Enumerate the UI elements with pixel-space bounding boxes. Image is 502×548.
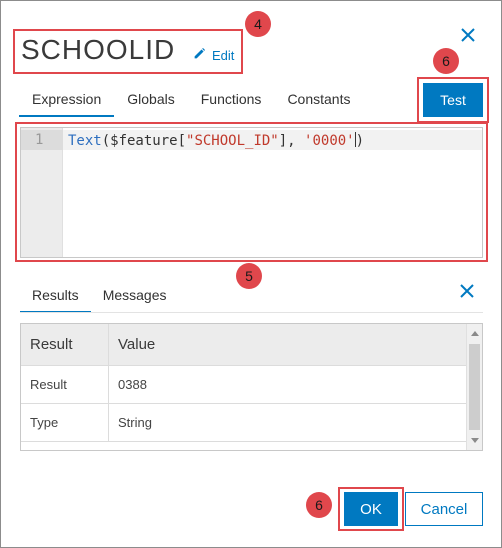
row-value: 0388: [118, 377, 147, 392]
callout-badge-test: 6: [433, 48, 459, 74]
row-value: String: [118, 415, 152, 430]
row-label: Type: [21, 404, 109, 441]
tab-results[interactable]: Results: [20, 281, 91, 313]
ok-callout-box: [338, 487, 404, 531]
column-header-result: Result: [21, 324, 109, 365]
cancel-button[interactable]: Cancel: [405, 492, 483, 526]
tab-messages[interactable]: Messages: [91, 281, 179, 313]
table-row: Type String: [21, 404, 466, 442]
expression-tabs: Expression Globals Functions Constants: [19, 85, 363, 117]
callout-badge-editor: 5: [236, 263, 262, 289]
tab-functions[interactable]: Functions: [188, 85, 275, 117]
close-icon: [461, 28, 475, 42]
tab-constants[interactable]: Constants: [274, 85, 363, 117]
results-table: Result Value Result 0388 Type String: [20, 323, 483, 451]
arcade-expression-dialog: SCHOOLID Edit 4 Expression Globals Funct…: [0, 0, 502, 548]
test-callout-box: [417, 77, 489, 123]
editor-callout-box: [15, 122, 488, 262]
tab-expression[interactable]: Expression: [19, 85, 115, 117]
row-label: Result: [21, 366, 109, 403]
scrollbar-thumb[interactable]: [469, 344, 480, 430]
callout-badge-ok: 6: [306, 492, 332, 518]
results-scrollbar[interactable]: [466, 324, 482, 450]
tab-globals[interactable]: Globals: [114, 85, 187, 117]
callout-badge-title: 4: [245, 11, 271, 37]
close-dialog-button[interactable]: [458, 25, 478, 45]
scroll-up-arrow-icon[interactable]: [471, 331, 479, 336]
title-callout-box: [13, 29, 243, 74]
column-header-value: Value: [118, 336, 156, 353]
results-tabs: Results Messages: [20, 281, 179, 313]
scroll-down-arrow-icon[interactable]: [471, 438, 479, 443]
table-row: Result 0388: [21, 366, 466, 404]
close-results-button[interactable]: [457, 281, 477, 301]
results-tabs-divider: [20, 312, 483, 313]
table-header-row: Result Value: [21, 324, 466, 366]
close-icon: [460, 284, 474, 298]
